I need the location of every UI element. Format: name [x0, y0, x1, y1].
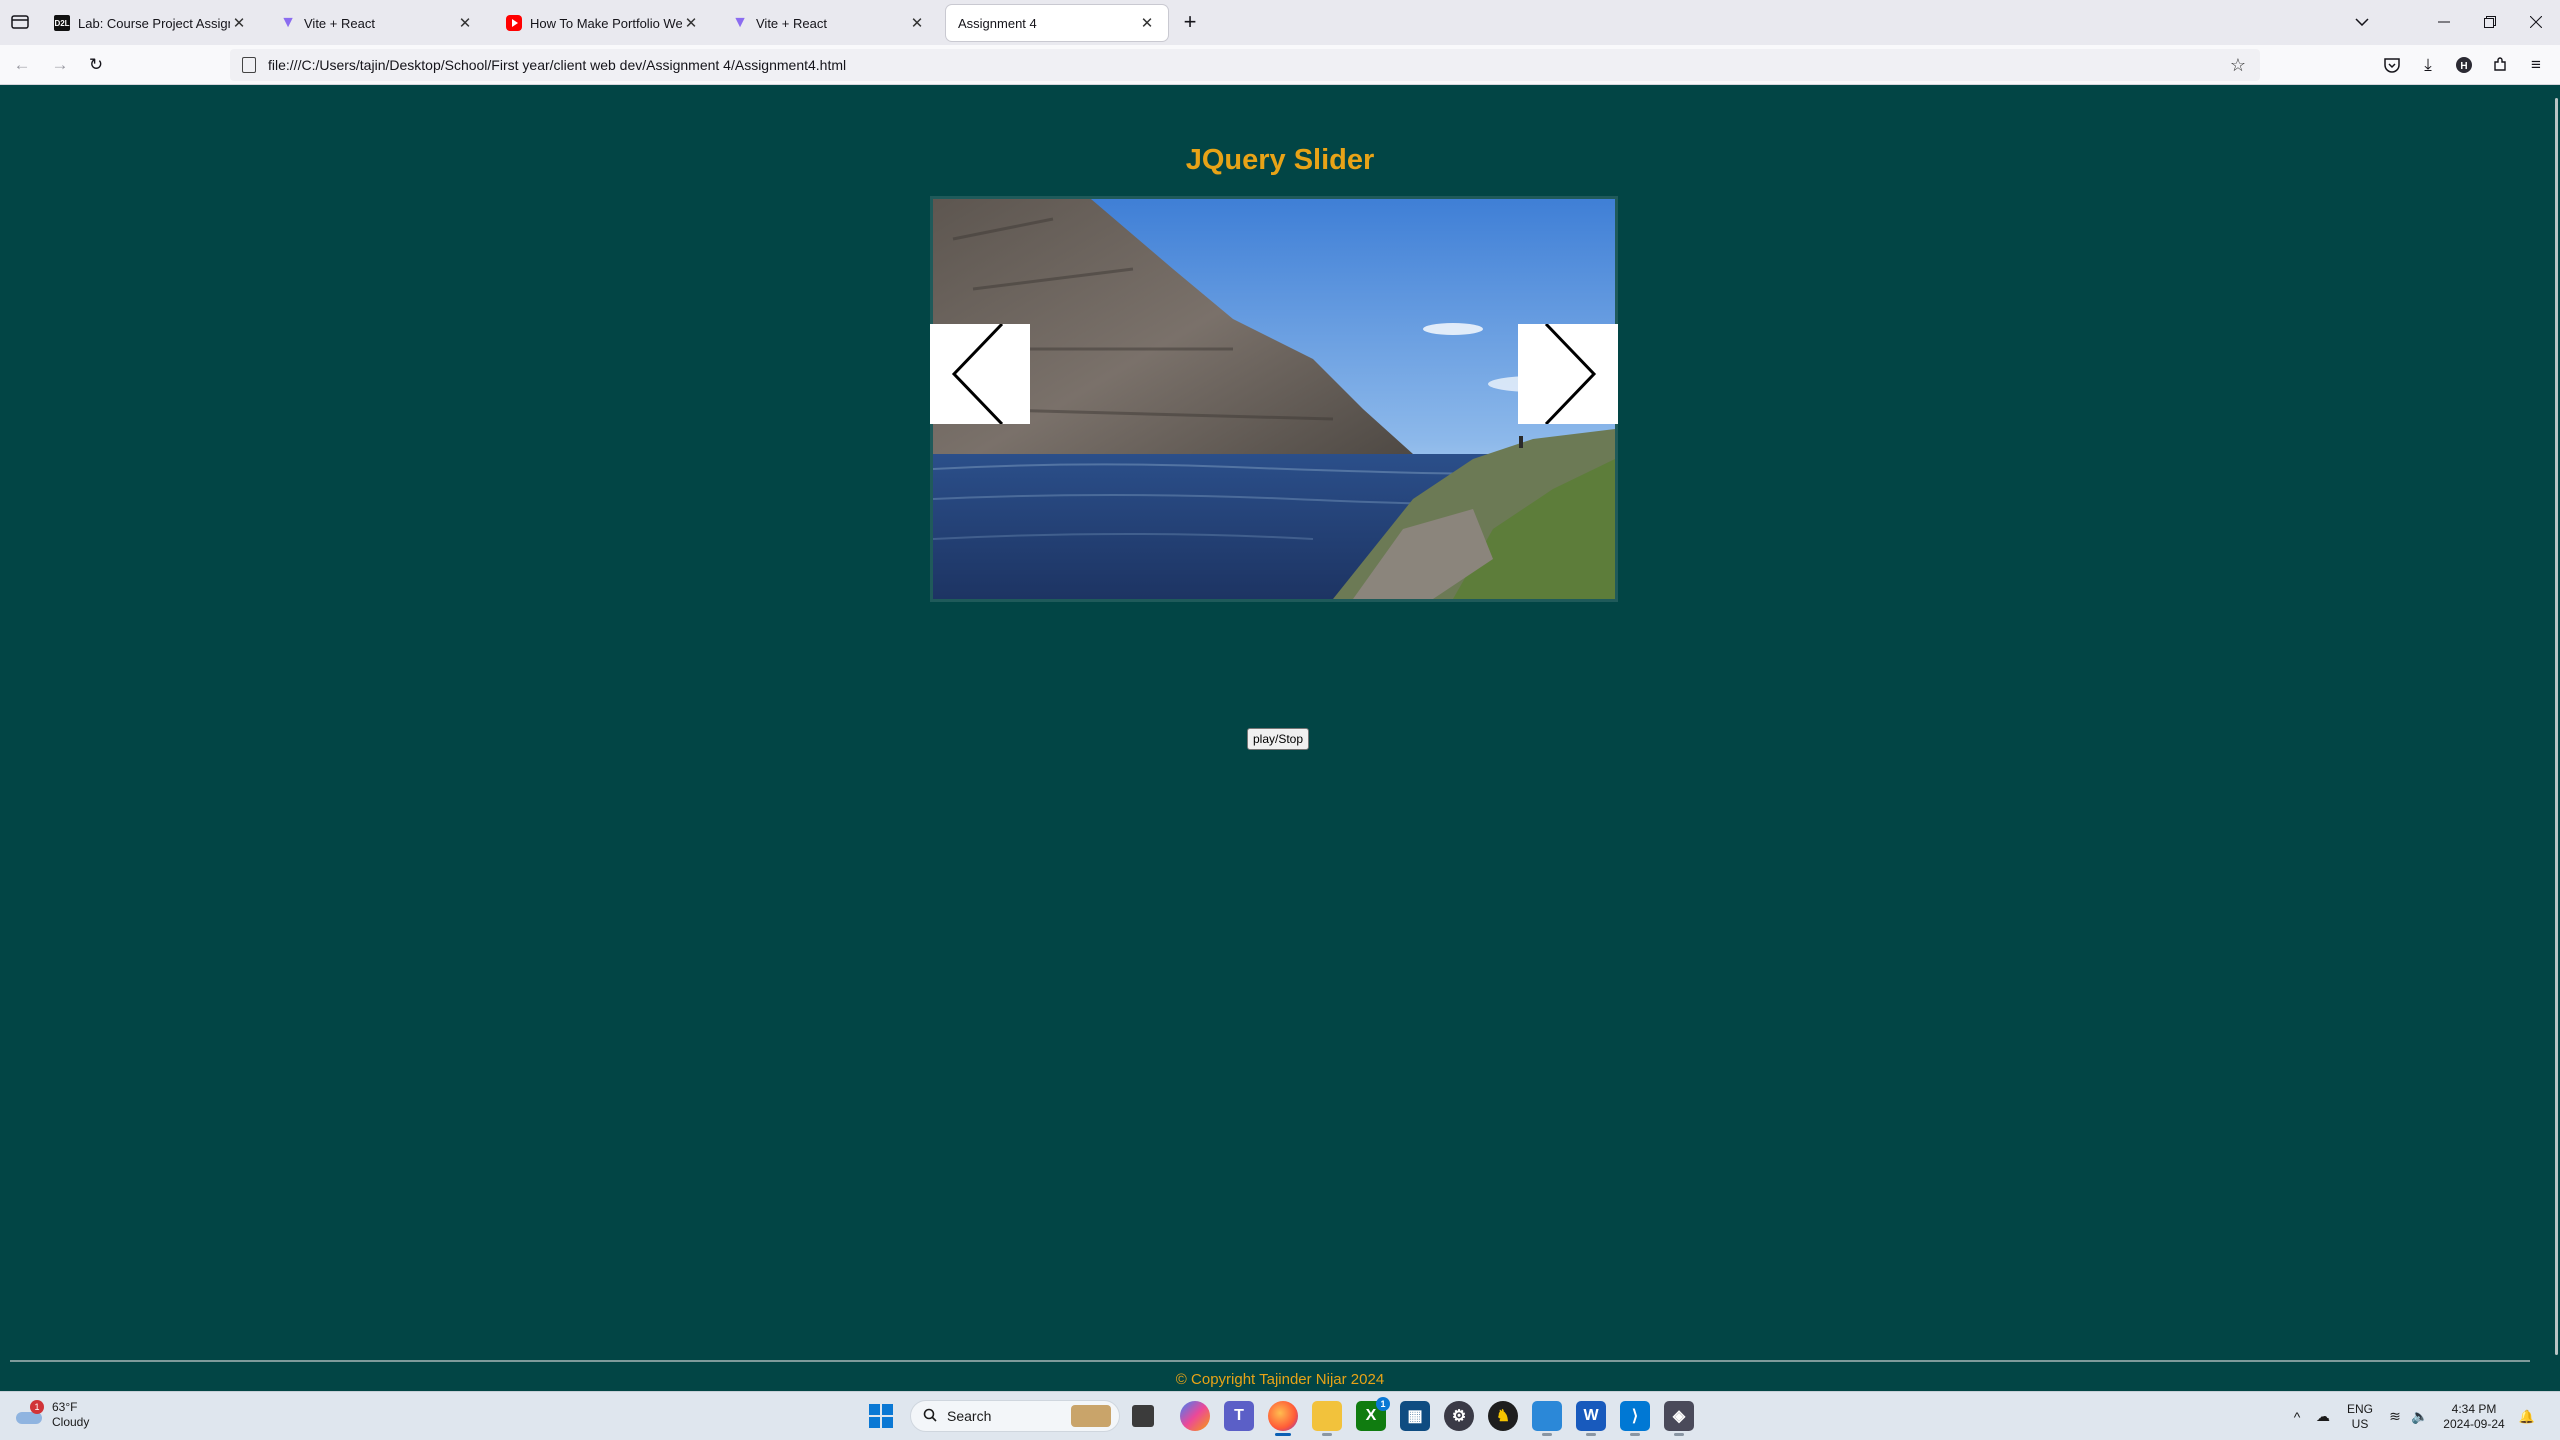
word-icon[interactable]: W [1576, 1401, 1606, 1436]
back-icon[interactable]: ← [10, 53, 34, 77]
tab-title: How To Make Portfolio Website [530, 15, 682, 31]
tab-lab-course-project[interactable]: D2L Lab: Course Project Assignment ✕ [42, 5, 260, 41]
region-code: US [2351, 1416, 2369, 1431]
microsoft-store-icon[interactable]: ▦ [1400, 1401, 1430, 1431]
settings-gear-icon[interactable]: ⚙ [1444, 1401, 1474, 1431]
chevron-right-icon [1544, 324, 1597, 424]
address-bar[interactable]: file:///C:/Users/tajin/Desktop/School/Fi… [230, 49, 2260, 81]
weather-condition: Cloudy [52, 1415, 90, 1429]
slider-prev-button[interactable] [930, 324, 1030, 424]
slider-next-button[interactable] [1518, 324, 1618, 424]
url-text[interactable]: file:///C:/Users/tajin/Desktop/School/Fi… [268, 57, 846, 73]
weather-temperature: 63°F [52, 1400, 78, 1414]
volume-icon[interactable]: 🔈 [2408, 1408, 2432, 1425]
image-slider [930, 196, 1618, 602]
clock[interactable]: 4:34 PM 2024-09-24 [2432, 1402, 2516, 1432]
restore-window-icon[interactable] [2478, 10, 2502, 34]
youtube-icon [506, 15, 522, 31]
vite-icon: ▼ [732, 14, 748, 31]
firefox-view-icon[interactable] [8, 10, 32, 34]
extensions-icon[interactable] [2488, 53, 2512, 77]
close-tab-icon[interactable]: ✕ [230, 14, 248, 32]
taskbar-search[interactable]: Search [910, 1400, 1120, 1432]
clock-time: 4:34 PM [2451, 1401, 2497, 1416]
notifications-icon[interactable]: 🔔 [2516, 1409, 2538, 1425]
tab-assignment-4[interactable]: Assignment 4 ✕ [946, 5, 1168, 41]
close-tab-icon[interactable]: ✕ [1138, 14, 1156, 32]
store-badge: 1 [1376, 1397, 1390, 1411]
page-scrollbar[interactable] [2555, 98, 2558, 1355]
close-window-icon[interactable] [2524, 10, 2548, 34]
unity-icon[interactable]: ◈ [1664, 1401, 1694, 1436]
slider-landscape-image [933, 199, 1615, 599]
minimize-window-icon[interactable] [2432, 10, 2456, 34]
chevron-left-icon [951, 324, 1004, 424]
close-tab-icon[interactable]: ✕ [908, 14, 926, 32]
search-placeholder: Search [947, 1408, 992, 1424]
list-all-tabs-icon[interactable] [2350, 10, 2374, 34]
chess-app-icon[interactable]: ♞ [1488, 1401, 1518, 1431]
vite-icon: ▼ [280, 14, 296, 31]
downloads-icon[interactable]: ⤓ [2416, 53, 2440, 77]
tab-vite-react-2[interactable]: ▼ Vite + React ✕ [720, 5, 938, 41]
close-tab-icon[interactable]: ✕ [682, 14, 700, 32]
bookmark-star-icon[interactable]: ☆ [2230, 55, 2246, 76]
tab-title: Vite + React [304, 15, 375, 31]
play-stop-button[interactable]: play/Stop [1247, 728, 1310, 750]
system-tray: ^ ☁ ENG US ≋ 🔈 4:34 PM 2024-09-24 🔔 [2286, 1392, 2538, 1440]
page-title: JQuery Slider [1185, 144, 1375, 176]
browser-tab-bar: D2L Lab: Course Project Assignment ✕ ▼ V… [0, 0, 2560, 45]
notification-badge: 1 [30, 1400, 44, 1414]
wifi-icon[interactable]: ≋ [2382, 1408, 2408, 1425]
pocket-icon[interactable] [2380, 53, 2404, 77]
windows-taskbar: 1 63°F Cloudy Search T X 1 ▦ ⚙ ♞ W ⟩ ◈ ^… [0, 1391, 2560, 1440]
copilot-icon[interactable] [1180, 1401, 1210, 1431]
search-highlight-image-icon [1071, 1405, 1111, 1427]
vscode-icon[interactable]: ⟩ [1620, 1401, 1650, 1436]
teams-icon[interactable]: T [1224, 1401, 1254, 1431]
onedrive-icon[interactable]: ☁ [2308, 1408, 2338, 1425]
weather-widget[interactable]: 1 63°F Cloudy [14, 1400, 89, 1430]
close-tab-icon[interactable]: ✕ [456, 14, 474, 32]
new-tab-icon[interactable]: + [1178, 9, 1202, 34]
chevron-up-icon[interactable]: ^ [2286, 1409, 2308, 1425]
tab-vite-react-1[interactable]: ▼ Vite + React ✕ [268, 5, 486, 41]
page-document-icon [242, 57, 256, 73]
browser-nav-bar: ← → ↻ file:///C:/Users/tajin/Desktop/Sch… [0, 45, 2560, 85]
footer-divider [10, 1360, 2530, 1362]
search-icon [923, 1408, 937, 1425]
start-button[interactable] [866, 1401, 896, 1431]
cloudy-weather-icon: 1 [14, 1400, 44, 1426]
lab-icon: D2L [54, 15, 70, 31]
task-view-icon[interactable] [1132, 1405, 1154, 1427]
footer-copyright: © Copyright Tajinder Nijar 2024 [1175, 1371, 1385, 1388]
language-indicator[interactable]: ENG US [2338, 1402, 2382, 1432]
language-code: ENG [2346, 1401, 2373, 1416]
clock-date: 2024-09-24 [2443, 1416, 2505, 1431]
tab-title: Vite + React [756, 15, 827, 31]
account-icon[interactable]: H [2452, 53, 2476, 77]
firefox-icon[interactable] [1268, 1401, 1298, 1436]
tab-title: Assignment 4 [958, 15, 1037, 31]
reload-icon[interactable]: ↻ [84, 53, 108, 77]
menu-hamburger-icon[interactable]: ≡ [2524, 53, 2548, 77]
forward-icon[interactable]: → [48, 53, 72, 77]
tab-portfolio-video[interactable]: How To Make Portfolio Website ✕ [494, 5, 712, 41]
svg-text:H: H [2460, 61, 2467, 72]
windows-logo-icon [869, 1404, 893, 1428]
tab-title: Lab: Course Project Assignment [78, 15, 230, 31]
notepad-icon[interactable] [1532, 1401, 1562, 1436]
file-explorer-icon[interactable] [1312, 1401, 1342, 1436]
page-content: JQuery Slider play/Stop © Copyright Taji… [0, 86, 2560, 1391]
xbox-icon[interactable]: X 1 [1356, 1397, 1390, 1431]
